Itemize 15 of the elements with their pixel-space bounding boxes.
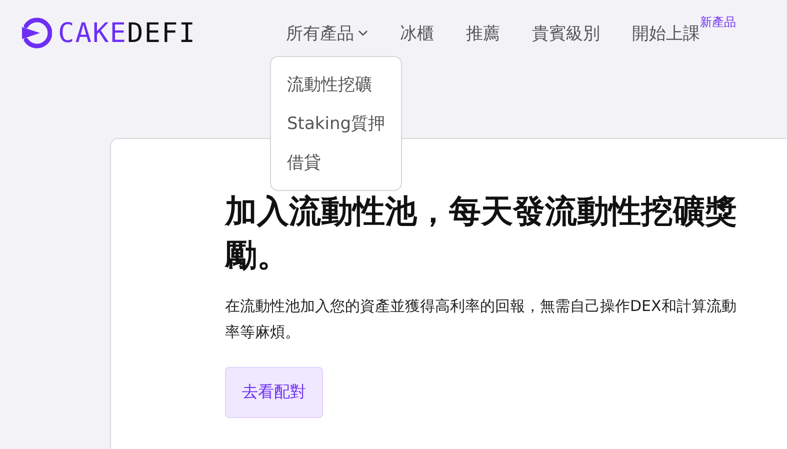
nav-link[interactable]: 貴賓級別 [532, 22, 600, 44]
logo-icon [20, 17, 52, 49]
hero-description: 在流動性池加入您的資產並獲得高利率的回報，無需自己操作DEX和計算流動 率等麻煩。 [225, 296, 736, 343]
view-pairs-button[interactable]: 去看配對 [225, 367, 323, 418]
nav-dropdown[interactable]: 所有產品 [286, 22, 368, 44]
menu-item[interactable]: Staking質押 [271, 104, 401, 142]
nav-link[interactable]: 冰櫃 [400, 22, 434, 44]
nav-link[interactable]: 推薦 [466, 22, 500, 44]
nav-link[interactable]: 開始上課 [632, 22, 700, 44]
new-label: 新產品 [700, 14, 736, 30]
hero-heading: 加入流動性池，每天發流動性挖礦獎 勵。 [225, 191, 737, 276]
logo-wordmark: CAKEDEFI [58, 18, 196, 48]
menu-item[interactable]: 借貸 [271, 142, 401, 182]
chevron-icon [358, 30, 368, 36]
menu-item[interactable]: 流動性挖礦 [271, 64, 401, 104]
